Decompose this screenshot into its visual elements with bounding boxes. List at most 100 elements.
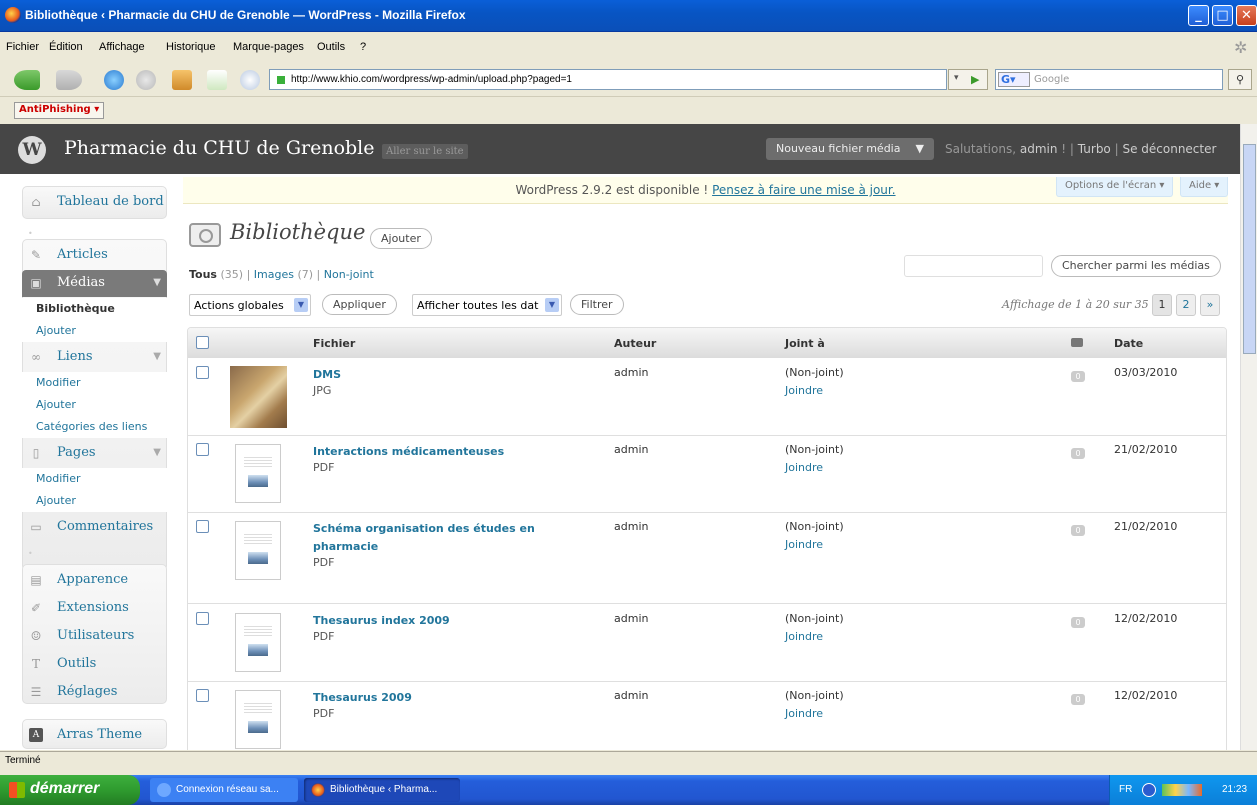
maximize-button[interactable]: □ xyxy=(1212,5,1233,26)
sidebar-sub-bibliotheque[interactable]: Bibliothèque xyxy=(22,298,167,320)
update-link[interactable]: Pensez à faire une mise à jour. xyxy=(712,183,895,197)
page-2[interactable]: 2 xyxy=(1176,294,1196,316)
sidebar-item-extensions[interactable]: ✐ Extensions xyxy=(22,595,167,622)
search-media-button[interactable]: Chercher parmi les médias xyxy=(1051,255,1221,277)
screen-options-tab[interactable]: Options de l'écran ▾ xyxy=(1056,177,1174,197)
taskbar-item-network[interactable]: Connexion réseau sa... xyxy=(150,778,298,802)
file-name-link[interactable]: Schéma organisation des études en pharma… xyxy=(313,520,573,556)
search-icon[interactable]: ⚲ xyxy=(1228,69,1252,90)
sidebar-sub-modifier-pages[interactable]: Modifier xyxy=(22,468,167,490)
file-name-link[interactable]: DMS xyxy=(313,366,573,384)
page-next[interactable]: » xyxy=(1200,294,1220,316)
scrollbar-thumb[interactable] xyxy=(1243,144,1256,354)
file-name-link[interactable]: Interactions médicamenteuses xyxy=(313,443,573,461)
new-media-button[interactable]: Nouveau fichier média ▼ xyxy=(766,138,934,160)
language-indicator[interactable]: FR xyxy=(1119,784,1132,795)
row-checkbox[interactable] xyxy=(196,366,209,379)
sidebar-item-outils[interactable]: T Outils xyxy=(22,651,167,678)
filter-unattached[interactable]: Non-joint xyxy=(324,268,374,281)
sidebar-item-commentaires[interactable]: ▭ Commentaires xyxy=(22,514,167,541)
menu-help[interactable]: ? xyxy=(360,41,366,53)
antiphishing-button[interactable]: AntiPhishing ▾ xyxy=(14,102,105,119)
stop-icon[interactable] xyxy=(136,70,156,90)
logout-link[interactable]: Se déconnecter xyxy=(1122,142,1216,156)
comment-count-icon[interactable]: 0 xyxy=(1071,617,1085,628)
page-1[interactable]: 1 xyxy=(1152,294,1172,316)
menu-affichage[interactable]: Affichage xyxy=(99,41,145,53)
url-bar[interactable]: http://www.khio.com/wordpress/wp-admin/u… xyxy=(269,69,947,90)
sidebar-sub-ajouter-pages[interactable]: Ajouter xyxy=(22,490,167,512)
close-button[interactable]: ✕ xyxy=(1236,5,1257,26)
sidebar-sub-ajouter-liens[interactable]: Ajouter xyxy=(22,394,167,416)
user-link[interactable]: admin xyxy=(1020,142,1058,156)
row-checkbox[interactable] xyxy=(196,612,209,625)
sidebar-item-pages[interactable]: ▯ Pages ▼ xyxy=(22,440,167,467)
url-go-button[interactable]: ▾ ▶ xyxy=(948,69,988,90)
media-search-input[interactable] xyxy=(904,255,1043,277)
sidebar-item-articles[interactable]: ✎ Articles xyxy=(22,242,167,269)
turbo-link[interactable]: Turbo xyxy=(1078,142,1111,156)
sidebar-item-apparence[interactable]: ▤ Apparence xyxy=(22,567,167,594)
attach-link[interactable]: Joindre xyxy=(785,538,823,551)
vertical-scrollbar[interactable] xyxy=(1240,124,1257,750)
attach-link[interactable]: Joindre xyxy=(785,630,823,643)
menu-historique[interactable]: Historique xyxy=(166,41,216,53)
sidebar-item-dashboard[interactable]: ⌂ Tableau de bord xyxy=(22,189,167,216)
media-thumbnail[interactable] xyxy=(235,521,281,580)
new-tab-icon[interactable] xyxy=(207,70,227,90)
apply-button[interactable]: Appliquer xyxy=(322,294,397,315)
comment-count-icon[interactable]: 0 xyxy=(1071,694,1085,705)
sidebar-item-reglages[interactable]: ☰ Réglages xyxy=(22,679,167,706)
menu-fichier[interactable]: Fichier xyxy=(6,41,39,53)
comment-count-icon[interactable]: 0 xyxy=(1071,371,1085,382)
media-thumbnail[interactable] xyxy=(235,613,281,672)
home-icon[interactable] xyxy=(172,70,192,90)
file-name-link[interactable]: Thesaurus 2009 xyxy=(313,689,573,707)
filter-button[interactable]: Filtrer xyxy=(570,294,624,315)
column-author[interactable]: Auteur xyxy=(614,337,656,350)
sidebar-item-liens[interactable]: ∞ Liens ▼ xyxy=(22,344,167,371)
row-checkbox[interactable] xyxy=(196,443,209,456)
site-title[interactable]: Pharmacie du CHU de Grenoble xyxy=(64,137,375,159)
sidebar-item-utilisateurs[interactable]: ☺ Utilisateurs xyxy=(22,623,167,650)
search-engine-selector[interactable]: G▾ xyxy=(998,72,1030,87)
help-tab[interactable]: Aide ▾ xyxy=(1180,177,1229,197)
minimize-button[interactable]: _ xyxy=(1188,5,1209,26)
wordpress-logo-icon[interactable]: W xyxy=(18,136,46,164)
row-checkbox[interactable] xyxy=(196,689,209,702)
column-file[interactable]: Fichier xyxy=(313,337,355,350)
filter-images[interactable]: Images xyxy=(254,268,294,281)
reload-icon[interactable] xyxy=(104,70,124,90)
comment-count-icon[interactable]: 0 xyxy=(1071,525,1085,536)
bulk-actions-select[interactable]: Actions globales ▼ xyxy=(189,294,311,316)
column-date[interactable]: Date xyxy=(1114,337,1143,350)
filter-all[interactable]: Tous xyxy=(189,268,217,281)
sidebar-item-medias[interactable]: ▣ Médias ▼ xyxy=(22,270,167,297)
tray-back-icon[interactable] xyxy=(1142,783,1156,797)
column-attached[interactable]: Joint à xyxy=(785,337,825,350)
start-button[interactable]: démarrer xyxy=(0,775,140,805)
taskbar-item-firefox[interactable]: Bibliothèque ‹ Pharma... xyxy=(304,778,460,802)
attach-link[interactable]: Joindre xyxy=(785,461,823,474)
visit-site-link[interactable]: Aller sur le site xyxy=(382,144,468,159)
history-icon[interactable] xyxy=(240,70,260,90)
comment-count-icon[interactable]: 0 xyxy=(1071,448,1085,459)
attach-link[interactable]: Joindre xyxy=(785,384,823,397)
file-name-link[interactable]: Thesaurus index 2009 xyxy=(313,612,573,630)
select-all-checkbox[interactable] xyxy=(196,336,209,349)
sidebar-item-arras-theme[interactable]: A Arras Theme xyxy=(22,722,167,749)
media-thumbnail[interactable] xyxy=(230,366,287,428)
search-box[interactable]: G▾ Google xyxy=(995,69,1223,90)
media-thumbnail[interactable] xyxy=(235,690,281,749)
media-thumbnail[interactable] xyxy=(235,444,281,503)
attach-link[interactable]: Joindre xyxy=(785,707,823,720)
back-icon[interactable] xyxy=(14,70,40,90)
forward-icon[interactable] xyxy=(56,70,82,90)
date-filter-select[interactable]: Afficher toutes les dat ▼ xyxy=(412,294,562,316)
sidebar-sub-ajouter-media[interactable]: Ajouter xyxy=(22,320,167,342)
tray-icons[interactable] xyxy=(1162,784,1202,796)
sidebar-sub-modifier-liens[interactable]: Modifier xyxy=(22,372,167,394)
menu-marque-pages[interactable]: Marque-pages xyxy=(233,41,304,53)
add-media-button[interactable]: Ajouter xyxy=(370,228,432,249)
row-checkbox[interactable] xyxy=(196,520,209,533)
